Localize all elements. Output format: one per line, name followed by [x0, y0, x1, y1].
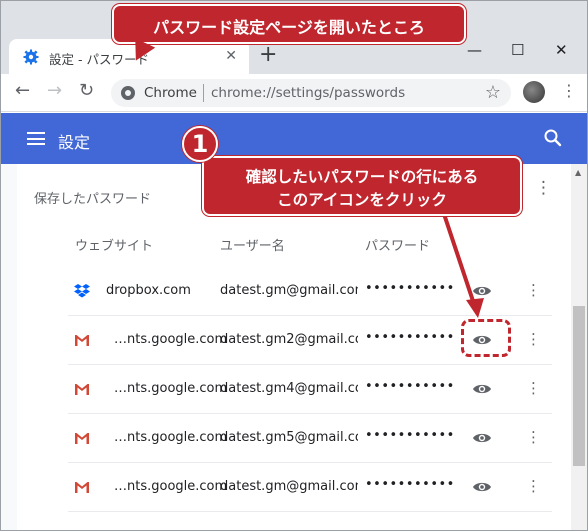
profile-avatar[interactable]: [523, 81, 545, 103]
bookmark-star-icon[interactable]: ☆: [485, 82, 501, 103]
password-row: …nts.google.com datest.gm4@gmail.com •••…: [68, 365, 552, 414]
password-row: …nts.google.com datest.gm5@gmail.com •••…: [68, 414, 552, 463]
row-more-icon[interactable]: ⋮: [526, 379, 541, 397]
column-header-username: ユーザー名: [220, 239, 285, 254]
callout-page-opened: パスワード設定ページを開いたところ: [112, 4, 466, 44]
gmail-icon: [75, 482, 89, 493]
row-website[interactable]: dropbox.com: [106, 283, 191, 298]
chrome-icon: [121, 86, 135, 100]
maximize-button[interactable]: ☐: [511, 41, 524, 59]
gmail-icon: [75, 384, 89, 395]
omnibox-url[interactable]: chrome://settings/passwords: [211, 85, 405, 101]
browser-toolbar: ← → ↻ Chrome chrome://settings/passwords…: [1, 74, 587, 112]
gmail-icon: [75, 433, 89, 444]
row-username: datest.gm5@gmail.com: [220, 430, 358, 445]
row-website[interactable]: …nts.google.com: [114, 381, 227, 396]
tab-close-icon[interactable]: ✕: [225, 48, 237, 64]
back-button[interactable]: ←: [15, 82, 30, 100]
row-more-icon[interactable]: ⋮: [526, 477, 541, 495]
password-row: …nts.google.com datest.gm@gmail.com ••••…: [68, 463, 552, 512]
callout-step-line1: 確認したいパスワードの行にある: [245, 168, 479, 186]
row-password: •••••••••••: [365, 330, 455, 345]
show-password-eye-icon[interactable]: [472, 284, 492, 298]
hamburger-menu-icon[interactable]: [27, 132, 45, 145]
dropbox-icon: [74, 284, 90, 298]
show-password-eye-icon[interactable]: [472, 480, 492, 494]
row-username: datest.gm@gmail.com: [220, 283, 358, 298]
row-username: datest.gm4@gmail.com: [220, 381, 358, 396]
row-more-icon[interactable]: ⋮: [526, 330, 541, 348]
search-icon[interactable]: [543, 128, 563, 148]
row-more-icon[interactable]: ⋮: [526, 281, 541, 299]
minimize-button[interactable]: —: [467, 41, 482, 59]
row-password: •••••••••••: [365, 477, 455, 492]
saved-passwords-menu-icon[interactable]: ⋮: [535, 178, 552, 198]
callout-step-line2: このアイコンをクリック: [277, 191, 447, 209]
new-tab-button[interactable]: +: [259, 44, 277, 66]
row-website[interactable]: …nts.google.com: [114, 430, 227, 445]
highlight-eye-icon-box: [461, 319, 511, 357]
scroll-up-arrow-icon[interactable]: ▲: [575, 168, 581, 177]
column-header-password: パスワード: [365, 239, 431, 254]
saved-passwords-heading: 保存したパスワード: [34, 192, 152, 207]
step-number: 1: [191, 130, 209, 158]
column-header-website: ウェブサイト: [75, 239, 154, 254]
omnibox[interactable]: Chrome chrome://settings/passwords ☆: [111, 79, 511, 107]
scrollbar-thumb[interactable]: [573, 306, 585, 466]
row-username: datest.gm@gmail.com: [220, 479, 358, 494]
row-more-icon[interactable]: ⋮: [526, 428, 541, 446]
show-password-eye-icon[interactable]: [472, 382, 492, 396]
show-password-eye-icon[interactable]: [472, 431, 492, 445]
row-username: datest.gm2@gmail.co...: [220, 332, 358, 347]
row-website[interactable]: …nts.google.com: [114, 479, 227, 494]
row-website[interactable]: …nts.google.com: [114, 332, 227, 347]
callout-page-opened-text: パスワード設定ページを開いたところ: [153, 18, 425, 37]
gmail-icon: [75, 335, 89, 346]
callout-step-instruction: 確認したいパスワードの行にある このアイコンをクリック: [202, 156, 522, 216]
row-password: •••••••••••: [365, 281, 455, 296]
row-password: •••••••••••: [365, 428, 455, 443]
step-number-badge: 1: [182, 126, 218, 162]
reload-button[interactable]: ↻: [79, 82, 94, 100]
omnibox-label: Chrome: [144, 85, 197, 101]
row-password: •••••••••••: [365, 379, 455, 394]
omnibox-divider: [203, 84, 204, 102]
forward-button[interactable]: →: [47, 82, 62, 100]
password-row: dropbox.com datest.gm@gmail.com ••••••••…: [68, 267, 552, 316]
gear-icon: [23, 49, 39, 65]
browser-menu-icon[interactable]: ⋮: [561, 81, 577, 100]
page-title: 設定: [58, 133, 91, 152]
window-close-button[interactable]: ✕: [555, 41, 568, 59]
